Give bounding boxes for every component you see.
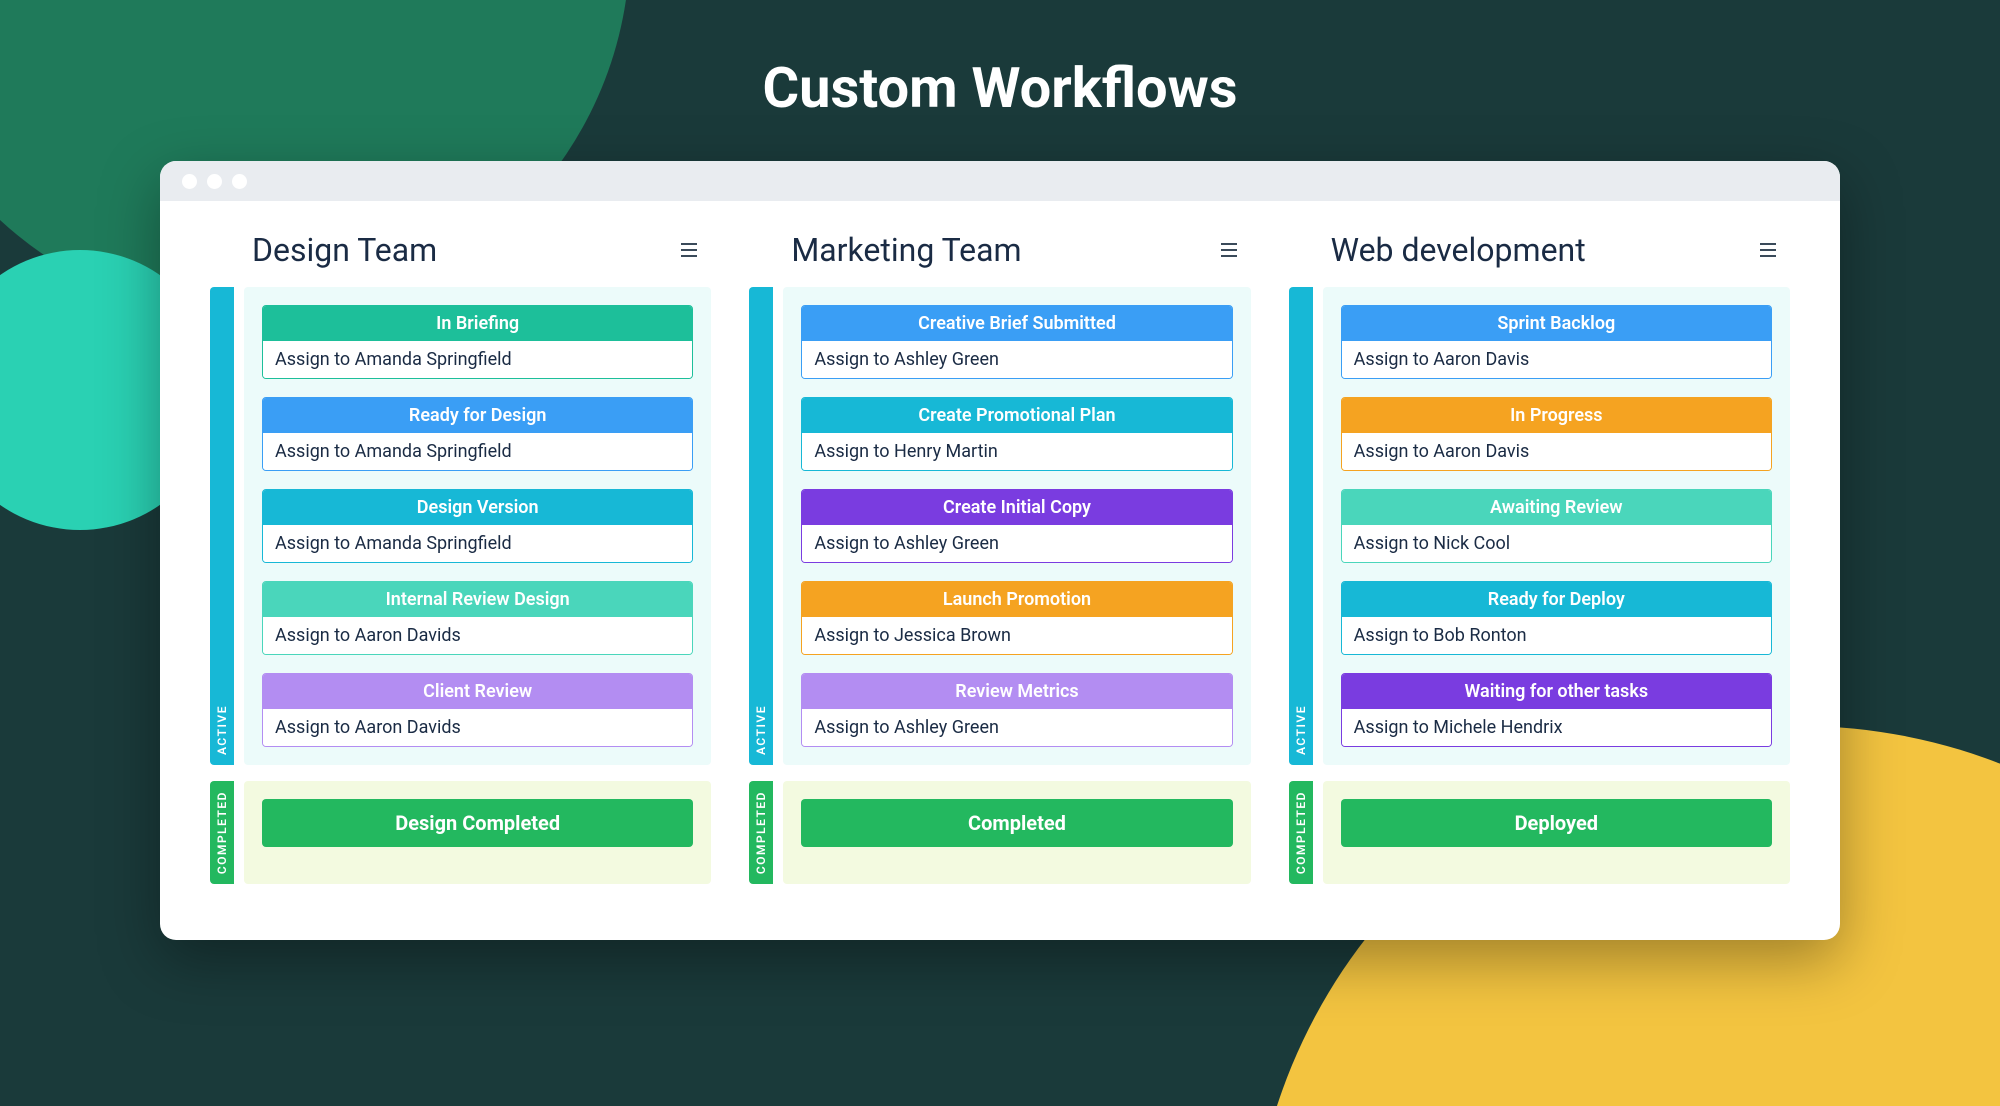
card-title: Ready for Design [263, 398, 692, 433]
card-title: Ready for Deploy [1342, 582, 1771, 617]
workflow-card[interactable]: Create Promotional PlanAssign to Henry M… [801, 397, 1232, 471]
workflow-card[interactable]: Create Initial CopyAssign to Ashley Gree… [801, 489, 1232, 563]
completed-section-body: Design Completed [244, 781, 711, 884]
active-section-body: Creative Brief SubmittedAssign to Ashley… [783, 287, 1250, 765]
column-header: Design Team [210, 231, 711, 287]
active-tab[interactable]: ACTIVE [210, 287, 234, 765]
active-section-body: Sprint BacklogAssign to Aaron DavisIn Pr… [1323, 287, 1790, 765]
card-title: Waiting for other tasks [1342, 674, 1771, 709]
active-section: ACTIVESprint BacklogAssign to Aaron Davi… [1289, 287, 1790, 765]
card-assignee: Assign to Bob Ronton [1342, 617, 1771, 654]
card-title: Create Initial Copy [802, 490, 1231, 525]
card-assignee: Assign to Ashley Green [802, 341, 1231, 378]
completed-tab[interactable]: COMPLETED [749, 781, 773, 884]
card-title: Creative Brief Submitted [802, 306, 1231, 341]
completed-tab-label: COMPLETED [215, 781, 229, 884]
browser-chrome [160, 161, 1840, 201]
active-tab-label: ACTIVE [1294, 695, 1308, 765]
card-title: Awaiting Review [1342, 490, 1771, 525]
active-tab-label: ACTIVE [215, 695, 229, 765]
workflow-column: Marketing Team ACTIVE Creative Brief Submi… [749, 231, 1250, 900]
card-assignee: Assign to Nick Cool [1342, 525, 1771, 562]
card-assignee: Assign to Amanda Springfield [263, 341, 692, 378]
active-tab[interactable]: ACTIVE [1289, 287, 1313, 765]
workflow-columns: Design TeamACTIVEIn BriefingAssign to Am… [210, 231, 1790, 900]
card-assignee: Assign to Amanda Springfield [263, 433, 692, 470]
completed-section: COMPLETED Deployed [1289, 781, 1790, 884]
completed-section-body: Completed [783, 781, 1250, 884]
completed-tab[interactable]: COMPLETED [1289, 781, 1313, 884]
workflow-card[interactable]: Sprint BacklogAssign to Aaron Davis [1341, 305, 1772, 379]
card-assignee: Assign to Aaron Davis [1342, 341, 1771, 378]
card-title: Review Metrics [802, 674, 1231, 709]
workflow-card[interactable]: In BriefingAssign to Amanda Springfield [262, 305, 693, 379]
workflow-card[interactable]: Creative Brief SubmittedAssign to Ashley… [801, 305, 1232, 379]
completed-tab-label: COMPLETED [1294, 781, 1308, 884]
card-assignee: Assign to Aaron Davis [1342, 433, 1771, 470]
completed-status[interactable]: Deployed [1341, 799, 1772, 847]
column-title: Web development [1331, 231, 1586, 269]
completed-section-body: Deployed [1323, 781, 1790, 884]
completed-section: COMPLETED Completed [749, 781, 1250, 884]
page-title: Custom Workflows [0, 0, 2000, 121]
completed-section: COMPLETED Design Completed [210, 781, 711, 884]
completed-tab[interactable]: COMPLETED [210, 781, 234, 884]
column-title: Design Team [252, 231, 437, 269]
card-title: Sprint Backlog [1342, 306, 1771, 341]
workflow-card[interactable]: Awaiting ReviewAssign to Nick Cool [1341, 489, 1772, 563]
active-section: ACTIVECreative Brief SubmittedAssign to … [749, 287, 1250, 765]
completed-status[interactable]: Design Completed [262, 799, 693, 847]
column-header: Marketing Team [749, 231, 1250, 287]
card-assignee: Assign to Ashley Green [802, 709, 1231, 746]
completed-status[interactable]: Completed [801, 799, 1232, 847]
card-assignee: Assign to Jessica Brown [802, 617, 1231, 654]
workflow-card[interactable]: Waiting for other tasksAssign to Michele… [1341, 673, 1772, 747]
column-menu-icon[interactable] [675, 237, 703, 263]
browser-window: Design TeamACTIVEIn BriefingAssign to Am… [160, 161, 1840, 940]
workflow-card[interactable]: Client ReviewAssign to Aaron Davids [262, 673, 693, 747]
stage: Custom Workflows Design Team ACTIVE In Bri… [0, 0, 2000, 1106]
column-title: Marketing Team [791, 231, 1021, 269]
completed-tab-label: COMPLETED [754, 781, 768, 884]
workflow-column: Design TeamACTIVEIn BriefingAssign to Am… [210, 231, 711, 900]
column-menu-icon[interactable] [1215, 237, 1243, 263]
workflow-card[interactable]: Launch PromotionAssign to Jessica Brown [801, 581, 1232, 655]
card-assignee: Assign to Ashley Green [802, 525, 1231, 562]
card-assignee: Assign to Aaron Davids [263, 617, 692, 654]
card-assignee: Assign to Michele Hendrix [1342, 709, 1771, 746]
card-title: In Progress [1342, 398, 1771, 433]
workflow-card[interactable]: Design VersionAssign to Amanda Springfie… [262, 489, 693, 563]
browser-body: Design TeamACTIVEIn BriefingAssign to Am… [160, 201, 1840, 940]
card-title: Design Version [263, 490, 692, 525]
card-assignee: Assign to Henry Martin [802, 433, 1231, 470]
window-dot-icon [207, 174, 222, 189]
card-title: Internal Review Design [263, 582, 692, 617]
column-menu-icon[interactable] [1754, 237, 1782, 263]
card-assignee: Assign to Aaron Davids [263, 709, 692, 746]
active-tab-label: ACTIVE [754, 695, 768, 765]
card-title: Launch Promotion [802, 582, 1231, 617]
card-title: In Briefing [263, 306, 692, 341]
workflow-card[interactable]: In ProgressAssign to Aaron Davis [1341, 397, 1772, 471]
card-title: Create Promotional Plan [802, 398, 1231, 433]
column-header: Web development [1289, 231, 1790, 287]
active-section-body: In BriefingAssign to Amanda SpringfieldR… [244, 287, 711, 765]
workflow-card[interactable]: Review MetricsAssign to Ashley Green [801, 673, 1232, 747]
window-dot-icon [182, 174, 197, 189]
card-assignee: Assign to Amanda Springfield [263, 525, 692, 562]
workflow-card[interactable]: Ready for DeployAssign to Bob Ronton [1341, 581, 1772, 655]
card-title: Client Review [263, 674, 692, 709]
active-section: ACTIVEIn BriefingAssign to Amanda Spring… [210, 287, 711, 765]
workflow-card[interactable]: Ready for DesignAssign to Amanda Springf… [262, 397, 693, 471]
active-tab[interactable]: ACTIVE [749, 287, 773, 765]
workflow-card[interactable]: Internal Review DesignAssign to Aaron Da… [262, 581, 693, 655]
workflow-column: Web developmentACTIVESprint BacklogAssig… [1289, 231, 1790, 900]
window-dot-icon [232, 174, 247, 189]
